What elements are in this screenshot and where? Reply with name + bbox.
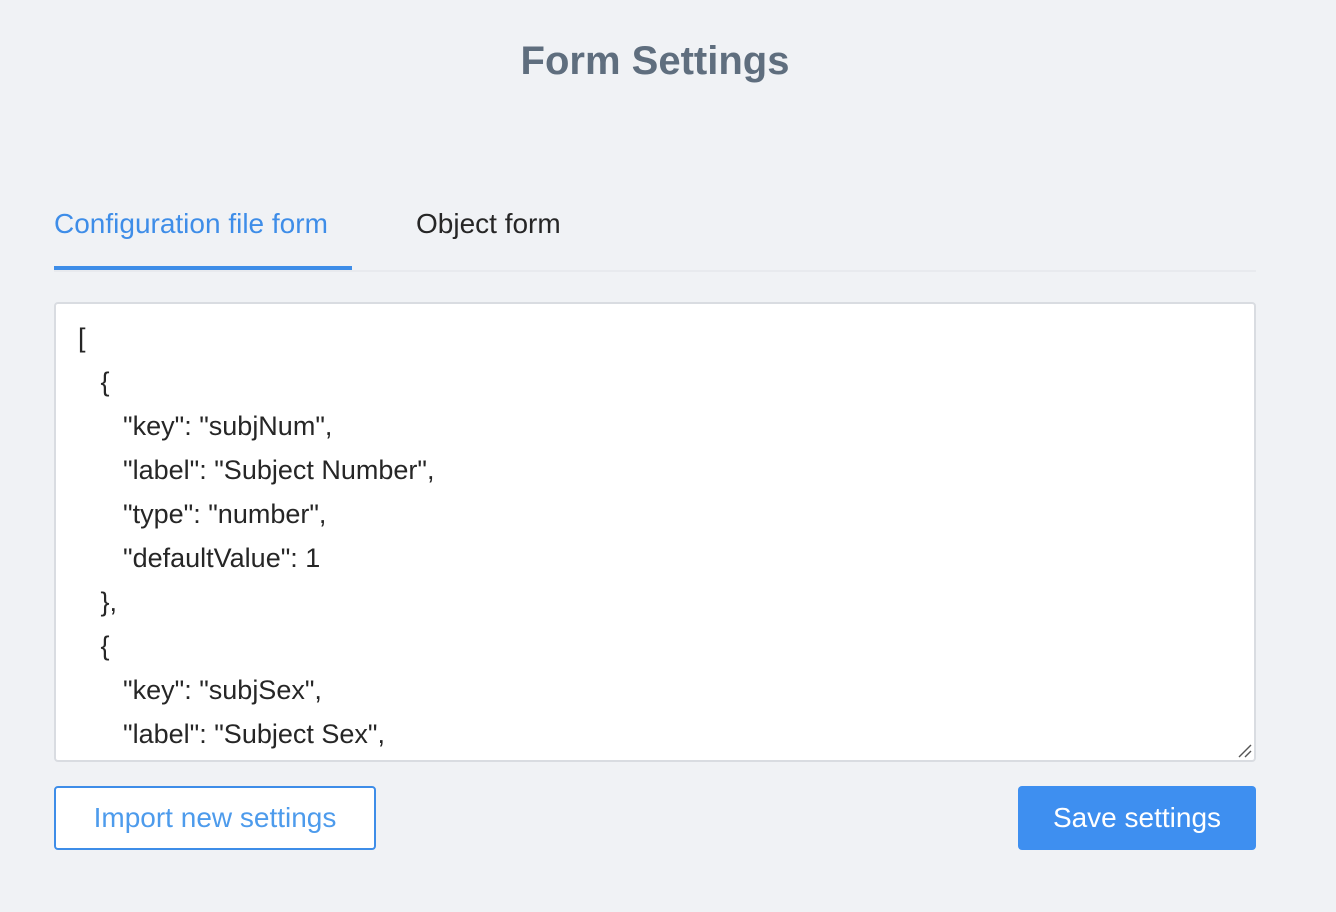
- tab-bar: Configuration file form Object form: [54, 198, 1256, 272]
- config-editor-content[interactable]: [ { "key": "subjNum", "label": "Subject …: [56, 304, 1254, 756]
- resize-handle-icon[interactable]: [1236, 742, 1252, 758]
- tab-object-form[interactable]: Object form: [416, 198, 561, 270]
- import-settings-button[interactable]: Import new settings: [54, 786, 376, 850]
- save-settings-button[interactable]: Save settings: [1018, 786, 1256, 850]
- config-editor-textarea[interactable]: [ { "key": "subjNum", "label": "Subject …: [54, 302, 1256, 762]
- tab-configuration-file-form[interactable]: Configuration file form: [54, 198, 352, 270]
- page-title: Form Settings: [520, 39, 790, 83]
